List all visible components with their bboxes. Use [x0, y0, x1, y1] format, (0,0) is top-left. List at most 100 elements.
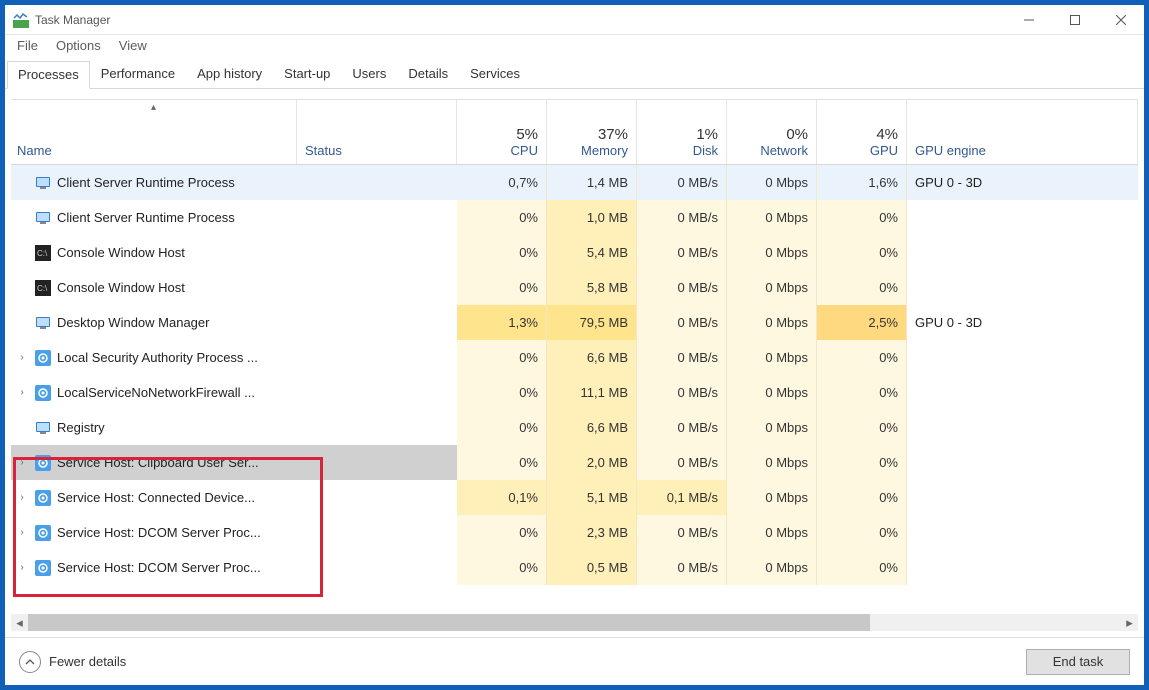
col-name[interactable]: ▴ Name: [11, 100, 297, 164]
col-mem-label: Memory: [581, 143, 628, 158]
horizontal-scrollbar[interactable]: ◂ ▸: [11, 614, 1138, 631]
scroll-track[interactable]: [28, 614, 1121, 631]
cell-name: ›Service Host: Connected Device...: [11, 480, 297, 515]
cell-network: 0 Mbps: [727, 375, 817, 410]
col-cpu-label: CPU: [511, 143, 538, 158]
process-icon: [35, 350, 51, 366]
tab-start-up[interactable]: Start-up: [273, 60, 341, 88]
cell-gpu-engine: GPU 0 - 3D: [907, 165, 1138, 200]
process-row[interactable]: ›C:\Console Window Host0%5,8 MB0 MB/s0 M…: [11, 270, 1138, 305]
maximize-button[interactable]: [1052, 5, 1098, 35]
col-net-pct: 0%: [786, 126, 808, 143]
process-row[interactable]: ›LocalServiceNoNetworkFirewall ... 0% 11,1…: [11, 375, 1138, 410]
cell-status: [297, 480, 457, 515]
end-task-button[interactable]: End task: [1026, 649, 1130, 675]
cell-gpu-engine: [907, 480, 1138, 515]
cell-cpu: 0%: [457, 235, 547, 270]
expand-icon[interactable]: ›: [15, 386, 29, 400]
process-row[interactable]: ›Local Security Authority Process ...0%6…: [11, 340, 1138, 375]
expand-icon[interactable]: ›: [15, 456, 29, 470]
cell-cpu: 0%: [457, 340, 547, 375]
cell-status: [297, 375, 457, 410]
tab-processes[interactable]: Processes: [7, 61, 90, 89]
cell-gpu-engine: [907, 550, 1138, 585]
tab-performance[interactable]: Performance: [90, 60, 186, 88]
scroll-right-icon[interactable]: ▸: [1121, 614, 1138, 631]
cell-gpu: 0%: [817, 375, 907, 410]
cell-status: [297, 270, 457, 305]
process-name: Client Server Runtime Process: [57, 175, 235, 190]
cell-gpu: 0%: [817, 550, 907, 585]
process-row[interactable]: ›Service Host: Clipboard User Ser...0%2,…: [11, 445, 1138, 480]
tab-services[interactable]: Services: [459, 60, 531, 88]
cell-disk: 0,1 MB/s: [637, 480, 727, 515]
minimize-button[interactable]: [1006, 5, 1052, 35]
expand-icon[interactable]: ›: [15, 561, 29, 575]
menu-view[interactable]: View: [115, 36, 151, 55]
cell-network: 0 Mbps: [727, 550, 817, 585]
expand-icon[interactable]: ›: [15, 351, 29, 365]
cell-memory: 1,0 MB: [547, 200, 637, 235]
process-row[interactable]: ›Desktop Window Manager1,3%79,5 MB0 MB/s…: [11, 305, 1138, 340]
process-table: ▴ Name Status 5% CPU 37% Memory 1% Disk …: [11, 99, 1138, 613]
cell-name: ›Service Host: DCOM Server Proc...: [11, 515, 297, 550]
menu-options[interactable]: Options: [52, 36, 105, 55]
col-gpu[interactable]: 4% GPU: [817, 100, 907, 164]
tab-users[interactable]: Users: [341, 60, 397, 88]
svg-text:C:\: C:\: [37, 249, 48, 258]
process-row[interactable]: ›Client Server Runtime Process0,7%1,4 MB…: [11, 165, 1138, 200]
close-button[interactable]: [1098, 5, 1144, 35]
col-cpu[interactable]: 5% CPU: [457, 100, 547, 164]
col-network[interactable]: 0% Network: [727, 100, 817, 164]
expand-icon[interactable]: ›: [15, 526, 29, 540]
cell-status: [297, 340, 457, 375]
window-controls: [1006, 5, 1144, 35]
process-row[interactable]: ›C:\Console Window Host0%5,4 MB0 MB/s0 M…: [11, 235, 1138, 270]
cell-memory: 0,5 MB: [547, 550, 637, 585]
cell-status: [297, 550, 457, 585]
process-row[interactable]: ›Service Host: DCOM Server Proc...0%2,3 …: [11, 515, 1138, 550]
process-icon: [35, 315, 51, 331]
cell-cpu: 0,7%: [457, 165, 547, 200]
col-disk[interactable]: 1% Disk: [637, 100, 727, 164]
tab-app-history[interactable]: App history: [186, 60, 273, 88]
col-gpu-pct: 4%: [876, 126, 898, 143]
cell-gpu-engine: [907, 270, 1138, 305]
process-icon: [35, 210, 51, 226]
process-rows[interactable]: ›Client Server Runtime Process0,7%1,4 MB…: [11, 165, 1138, 613]
cell-gpu-engine: [907, 445, 1138, 480]
cell-memory: 79,5 MB: [547, 305, 637, 340]
process-icon: [35, 455, 51, 471]
cell-name: ›C:\Console Window Host: [11, 270, 297, 305]
cell-name: ›Service Host: Clipboard User Ser...: [11, 445, 297, 480]
col-status[interactable]: Status: [297, 100, 457, 164]
tab-strip: ProcessesPerformanceApp historyStart-upU…: [5, 61, 1144, 89]
cell-cpu: 0%: [457, 515, 547, 550]
menu-file[interactable]: File: [13, 36, 42, 55]
cell-disk: 0 MB/s: [637, 270, 727, 305]
process-row[interactable]: ›Client Server Runtime Process0%1,0 MB0 …: [11, 200, 1138, 235]
scroll-left-icon[interactable]: ◂: [11, 614, 28, 631]
process-row[interactable]: ›Service Host: Connected Device...0,1%5,…: [11, 480, 1138, 515]
cell-gpu-engine: [907, 200, 1138, 235]
expand-icon[interactable]: ›: [15, 491, 29, 505]
col-memory[interactable]: 37% Memory: [547, 100, 637, 164]
cell-disk: 0 MB/s: [637, 515, 727, 550]
cell-name: ›Service Host: DCOM Server Proc...: [11, 550, 297, 585]
tab-details[interactable]: Details: [397, 60, 459, 88]
col-gpu-engine[interactable]: GPU engine: [907, 100, 1138, 164]
col-name-label: Name: [17, 143, 288, 158]
cell-cpu: 0%: [457, 270, 547, 305]
footer: Fewer details End task: [5, 637, 1144, 685]
cell-memory: 11,1 MB: [547, 375, 637, 410]
cell-gpu-engine: [907, 515, 1138, 550]
process-icon: [35, 175, 51, 191]
process-row[interactable]: ›Registry0%6,6 MB0 MB/s0 Mbps0%: [11, 410, 1138, 445]
scroll-thumb[interactable]: [28, 614, 870, 631]
cell-name: ›LocalServiceNoNetworkFirewall ...: [11, 375, 297, 410]
cell-cpu: 0%: [457, 445, 547, 480]
col-status-label: Status: [305, 143, 448, 158]
cell-name: ›Client Server Runtime Process: [11, 200, 297, 235]
process-row[interactable]: ›Service Host: DCOM Server Proc... 0% 0,5 …: [11, 550, 1138, 585]
fewer-details-button[interactable]: Fewer details: [19, 651, 126, 673]
